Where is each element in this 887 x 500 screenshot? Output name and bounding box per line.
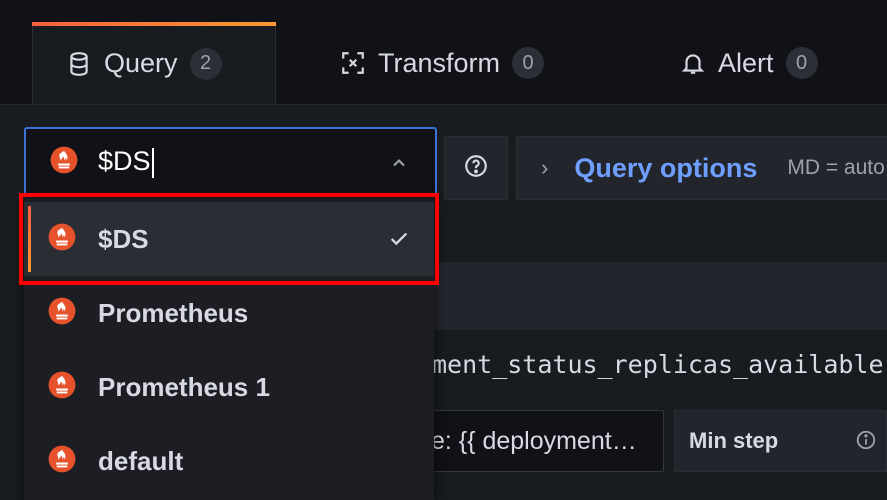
tab-alert-label: Alert — [718, 47, 774, 78]
datasource-option-prometheus[interactable]: Prometheus — [24, 276, 434, 350]
query-options-summary: MD = auto — [787, 156, 885, 179]
tab-query[interactable]: Query 2 — [32, 22, 276, 104]
datasource-option-label: $DS — [98, 223, 149, 254]
text-cursor — [151, 147, 154, 178]
prometheus-icon — [48, 371, 76, 404]
transform-icon — [340, 50, 366, 76]
legend-input[interactable]: e: {{ deployment… — [428, 410, 664, 472]
chevron-up-icon[interactable] — [389, 153, 409, 178]
tab-query-label: Query — [104, 48, 178, 78]
legend-value: e: {{ deployment… — [431, 426, 637, 455]
prometheus-icon — [48, 223, 76, 256]
query-row-header — [432, 262, 887, 330]
tab-alert[interactable]: Alert 0 — [680, 22, 818, 104]
tab-query-count: 2 — [189, 47, 222, 80]
check-icon — [388, 228, 410, 255]
info-icon[interactable] — [855, 429, 877, 456]
query-options-toggle[interactable]: › Query options MD = auto — [516, 136, 887, 200]
datasource-option-default[interactable]: default — [24, 424, 434, 498]
min-step-label-box: Min step — [674, 410, 887, 472]
tab-transform-label: Transform — [378, 47, 501, 78]
datasource-option-label: default — [98, 445, 184, 476]
datasource-option-ds[interactable]: $DS — [24, 202, 434, 276]
prometheus-icon — [48, 297, 76, 330]
tab-transform-count: 0 — [512, 47, 545, 79]
editor-tab-bar: Query 2 Transform 0 Alert 0 — [0, 0, 887, 105]
datasource-option-prometheus-1[interactable]: Prometheus 1 — [24, 350, 434, 424]
help-button[interactable] — [444, 136, 508, 200]
min-step-label: Min step — [689, 428, 779, 453]
datasource-search-input[interactable]: $DS — [98, 146, 154, 178]
bell-icon — [680, 50, 706, 76]
tab-transform[interactable]: Transform 0 — [340, 22, 545, 104]
datasource-option-label: Prometheus 1 — [98, 371, 270, 402]
datasource-picker[interactable]: $DS — [24, 127, 437, 197]
chevron-right-icon: › — [541, 155, 549, 180]
prometheus-icon — [50, 146, 78, 179]
prometheus-icon — [48, 445, 76, 478]
query-options-label: Query options — [574, 152, 758, 183]
query-expression[interactable]: ment_status_replicas_available — [432, 350, 887, 390]
datasource-dropdown-menu: $DS Prometheus Prometheus 1 default — [24, 198, 434, 500]
database-icon — [66, 51, 92, 77]
datasource-option-label: Prometheus — [98, 297, 249, 328]
help-icon — [463, 153, 489, 184]
tab-alert-count: 0 — [785, 47, 818, 79]
